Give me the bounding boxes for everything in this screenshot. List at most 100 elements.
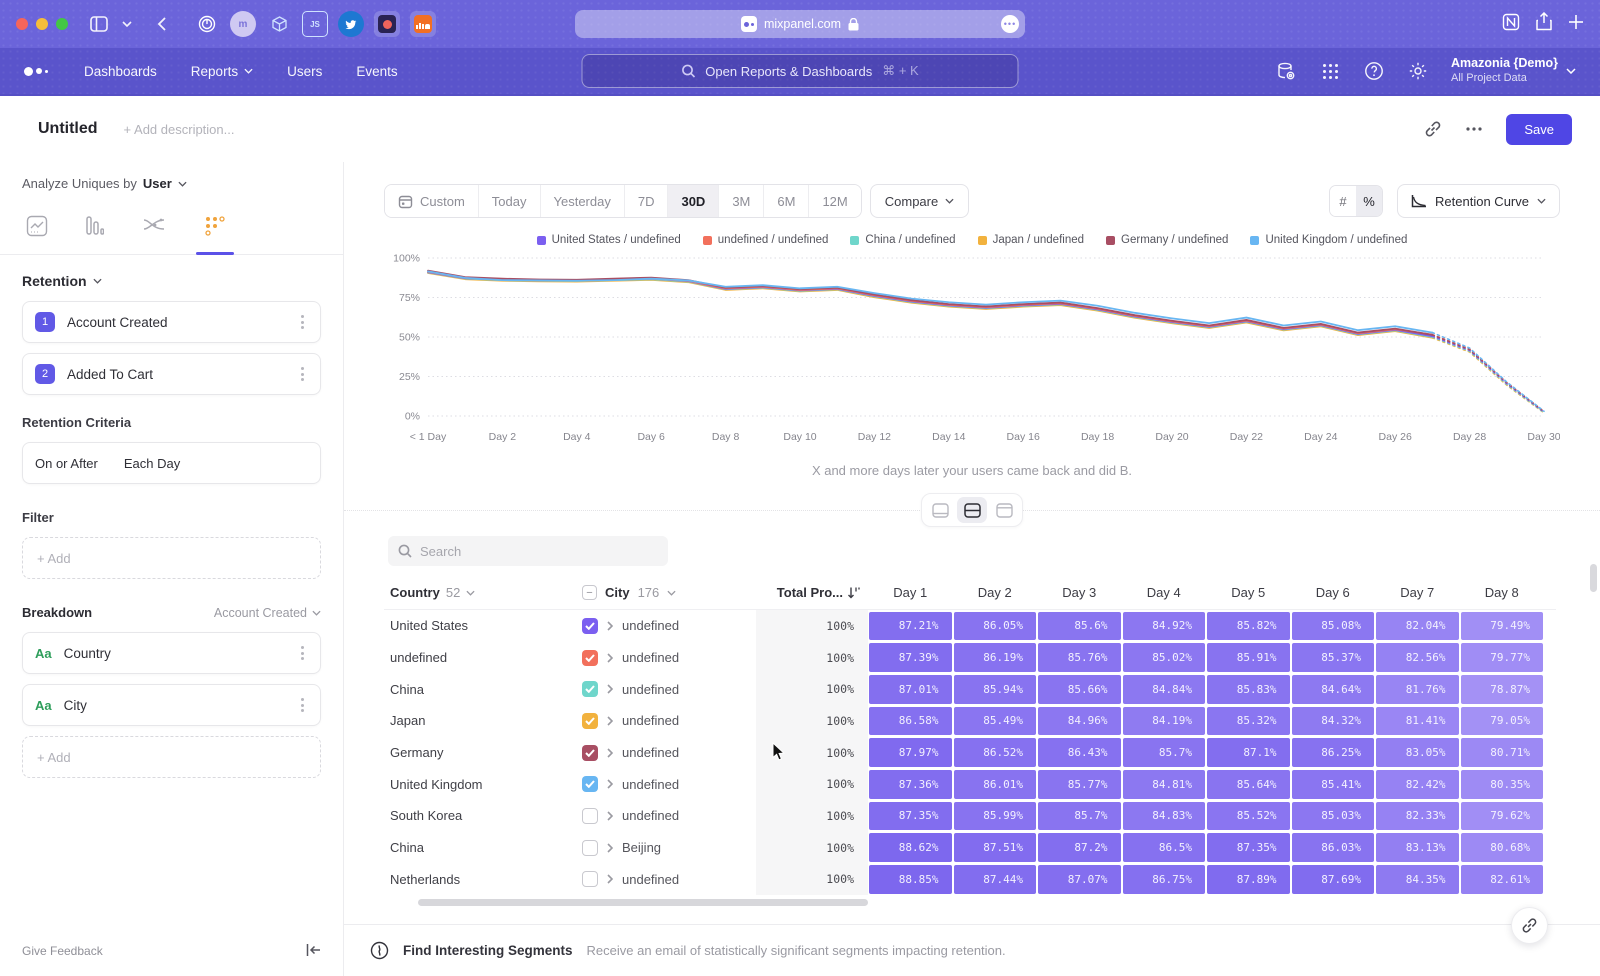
retention-cell[interactable]: 85.32% [1206, 705, 1291, 737]
country-cell[interactable]: undefined [384, 642, 564, 674]
notion-icon[interactable] [1502, 13, 1520, 36]
footer-title[interactable]: Find Interesting Segments [403, 943, 573, 958]
retention-cell[interactable]: 87.07% [1037, 864, 1122, 896]
row-checkbox[interactable] [582, 713, 598, 729]
retention-cell[interactable]: 87.36% [868, 768, 953, 800]
expand-row-icon[interactable] [607, 748, 613, 758]
city-cell[interactable]: undefined [564, 705, 756, 737]
expand-row-icon[interactable] [607, 653, 613, 663]
retention-cell[interactable]: 86.75% [1122, 864, 1207, 896]
add-description-button[interactable]: + Add description... [124, 122, 235, 137]
retention-cell[interactable]: 82.61% [1460, 864, 1545, 896]
expand-row-icon[interactable] [607, 716, 613, 726]
legend-item[interactable]: China / undefined [850, 234, 955, 246]
breakdown-card-country[interactable]: Aa Country [22, 632, 321, 674]
step-options-icon[interactable] [297, 363, 308, 385]
retention-cell[interactable]: 80.68% [1460, 832, 1545, 864]
retention-cell[interactable]: 87.35% [1206, 832, 1291, 864]
retention-cell[interactable]: 83.13% [1375, 832, 1460, 864]
horizontal-scrollbar[interactable] [418, 899, 868, 906]
chart-only-view-icon[interactable] [925, 497, 955, 523]
data-management-icon[interactable] [1275, 60, 1297, 82]
url-more-button[interactable]: ••• [1001, 15, 1019, 33]
select-all-checkbox[interactable]: − [582, 585, 597, 600]
help-icon[interactable] [1363, 60, 1385, 82]
tab-flows[interactable] [138, 207, 170, 254]
retention-cell[interactable]: 85.08% [1291, 610, 1376, 642]
retention-cell[interactable]: 85.94% [953, 673, 1038, 705]
expand-row-icon[interactable] [607, 811, 613, 821]
range-30d[interactable]: 30D [668, 185, 719, 217]
retention-cell[interactable]: 87.01% [868, 673, 953, 705]
retention-cell[interactable]: 85.66% [1037, 673, 1122, 705]
retention-cell[interactable]: 87.2% [1037, 832, 1122, 864]
new-tab-icon[interactable] [1568, 14, 1584, 35]
retention-cell[interactable]: 85.82% [1206, 610, 1291, 642]
m-extension-icon[interactable]: m [230, 11, 256, 37]
expand-row-icon[interactable] [607, 874, 613, 884]
range-6m[interactable]: 6M [764, 185, 809, 217]
expand-row-icon[interactable] [607, 621, 613, 631]
total-column-header[interactable]: Total Pro... [756, 585, 868, 600]
retention-cell[interactable]: 79.77% [1460, 642, 1545, 674]
retention-cell[interactable]: 85.7% [1037, 800, 1122, 832]
day-column-header[interactable]: Day 8 [1460, 585, 1545, 600]
retention-cell[interactable]: 87.35% [868, 800, 953, 832]
retention-cell[interactable]: 85.03% [1291, 800, 1376, 832]
retention-cell[interactable]: 85.83% [1206, 673, 1291, 705]
day-column-header[interactable]: Day 5 [1206, 585, 1291, 600]
day-column-header[interactable]: Day 6 [1291, 585, 1376, 600]
retention-cell[interactable]: 82.04% [1375, 610, 1460, 642]
retention-cell[interactable]: 85.77% [1037, 768, 1122, 800]
retention-cell[interactable]: 84.35% [1375, 864, 1460, 896]
chart-type-dropdown[interactable]: Retention Curve [1397, 184, 1560, 218]
range-custom[interactable]: Custom [385, 185, 479, 217]
breakdown-options-icon[interactable] [297, 694, 308, 716]
day-column-header[interactable]: Day 2 [953, 585, 1038, 600]
soundcloud-extension-icon[interactable] [410, 11, 436, 37]
retention-cell[interactable]: 87.39% [868, 642, 953, 674]
retention-cell[interactable]: 86.52% [953, 737, 1038, 769]
mixpanel-logo[interactable] [24, 67, 48, 76]
country-cell[interactable]: Netherlands [384, 864, 564, 896]
expand-row-icon[interactable] [607, 779, 613, 789]
retention-cell[interactable]: 81.76% [1375, 673, 1460, 705]
row-checkbox[interactable] [582, 650, 598, 666]
sidebar-toggle-icon[interactable] [86, 11, 112, 37]
retention-cell[interactable]: 79.05% [1460, 705, 1545, 737]
zoom-window-button[interactable] [56, 18, 68, 30]
range-today[interactable]: Today [479, 185, 541, 217]
legend-item[interactable]: United States / undefined [537, 234, 681, 246]
retention-cell[interactable]: 87.89% [1206, 864, 1291, 896]
row-checkbox[interactable] [582, 618, 598, 634]
row-checkbox[interactable] [582, 776, 598, 792]
onepassword-extension-icon[interactable] [194, 11, 220, 37]
retention-cell[interactable]: 84.92% [1122, 610, 1207, 642]
traffic-lights[interactable] [16, 18, 68, 30]
retention-section-label[interactable]: Retention [22, 273, 87, 289]
retention-cell[interactable]: 79.49% [1460, 610, 1545, 642]
bird-extension-icon[interactable] [338, 11, 364, 37]
retention-step-card[interactable]: 2 Added To Cart [22, 353, 321, 395]
nav-link-dashboards[interactable]: Dashboards [84, 64, 157, 79]
legend-item[interactable]: Germany / undefined [1106, 234, 1228, 246]
retention-step-card[interactable]: 1 Account Created [22, 301, 321, 343]
retention-cell[interactable]: 87.97% [868, 737, 953, 769]
city-cell[interactable]: undefined [564, 610, 756, 642]
retention-cell[interactable]: 86.25% [1291, 737, 1376, 769]
expand-row-icon[interactable] [607, 843, 613, 853]
retention-cell[interactable]: 85.7% [1122, 737, 1207, 769]
retention-cell[interactable]: 84.64% [1291, 673, 1376, 705]
analyze-value-dropdown[interactable]: User [143, 176, 172, 191]
country-cell[interactable]: Germany [384, 737, 564, 769]
retention-criteria-card[interactable]: On or After Each Day [22, 442, 321, 484]
city-cell[interactable]: undefined [564, 673, 756, 705]
retention-cell[interactable]: 87.21% [868, 610, 953, 642]
city-cell[interactable]: Beijing [564, 832, 756, 864]
compare-button[interactable]: Compare [870, 184, 969, 218]
step-options-icon[interactable] [297, 311, 308, 333]
apps-grid-icon[interactable] [1319, 60, 1341, 82]
more-options-icon[interactable] [1466, 127, 1482, 131]
city-cell[interactable]: undefined [564, 642, 756, 674]
settings-gear-icon[interactable] [1407, 60, 1429, 82]
